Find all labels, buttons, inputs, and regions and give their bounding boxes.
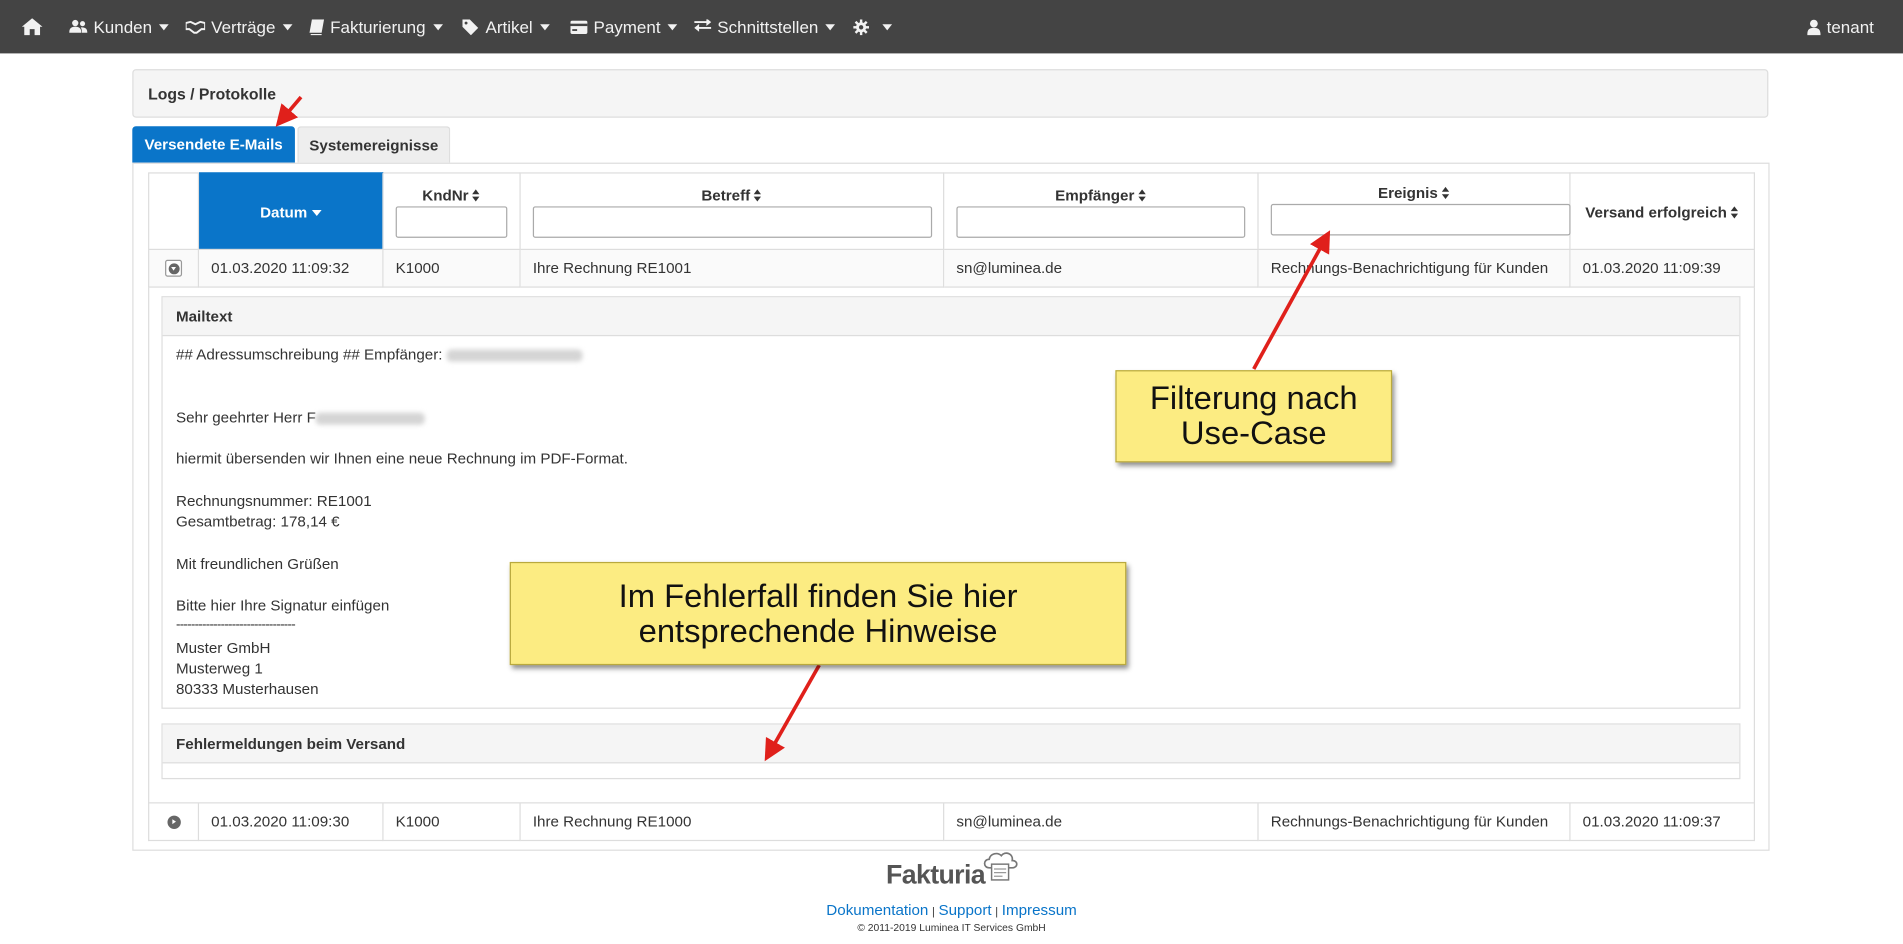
logo-cloud-icon [983, 852, 1018, 881]
callout-error: Im Fehlerfall finden Sie hier entspreche… [509, 561, 1127, 666]
footer-links: Dokumentation | Support | Impressum [0, 902, 1903, 919]
arrow-to-ereignis-filter [1252, 230, 1331, 370]
separator: | [931, 905, 935, 918]
app-root: Kunden Verträge Fakturierung Artikel Pay… [0, 0, 1903, 941]
separator: | [995, 905, 999, 918]
footer-logo: Fakturia [886, 852, 1018, 891]
copyright: © 2011-2019 Luminea IT Services GmbH [857, 921, 1046, 934]
footer-brand: Fakturia [886, 859, 986, 890]
link-impressum[interactable]: Impressum [1002, 902, 1077, 919]
arrow-to-tab [275, 95, 303, 127]
annotation-arrows [275, 95, 1331, 762]
arrow-to-error-panel [764, 664, 821, 762]
link-support[interactable]: Support [938, 902, 991, 919]
callout-filter: Filterung nach Use-Case [1115, 370, 1393, 463]
link-dokumentation[interactable]: Dokumentation [826, 902, 928, 919]
